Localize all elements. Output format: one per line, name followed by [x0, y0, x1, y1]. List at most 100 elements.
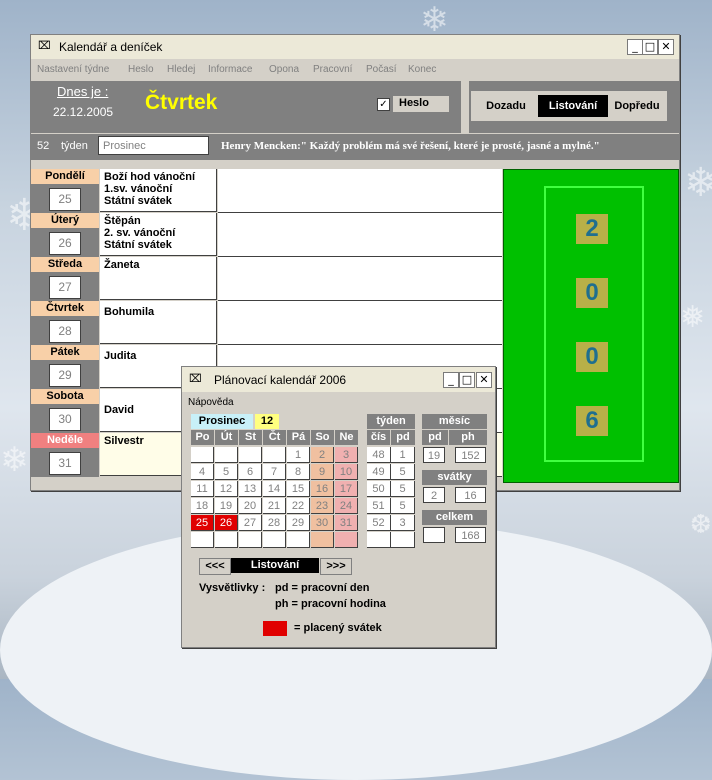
day-row-monday: Pondělí 25 Boží hod vánoční 1.sv. vánočn… — [31, 169, 503, 213]
calendar-day[interactable] — [287, 532, 310, 548]
day-name: Čtvrtek — [31, 301, 99, 316]
calendar-day-saturday[interactable]: 30 — [311, 515, 334, 531]
calendar-day[interactable] — [263, 532, 286, 548]
week-col-workdays: pd — [391, 430, 415, 445]
year-panel: 2 0 0 6 — [503, 169, 679, 483]
calendar-day-sunday[interactable]: 24 — [335, 498, 358, 514]
month-field[interactable]: Prosinec — [98, 136, 209, 155]
legend-ph: ph = pracovní hodina — [275, 598, 386, 610]
maximize-button[interactable]: □ — [459, 372, 475, 388]
calendar-day[interactable]: 5 — [215, 464, 238, 480]
calendar-day[interactable]: 19 — [215, 498, 238, 514]
title-bar[interactable]: ⌧ Kalendář a deníček _ □ ✕ — [31, 35, 679, 59]
calendar-day[interactable] — [239, 532, 262, 548]
browse-button[interactable]: Listování — [538, 95, 608, 117]
planner-title: Plánovací kalendář 2006 — [214, 373, 347, 387]
calendar-day-saturday[interactable]: 9 — [311, 464, 334, 480]
calendar-day[interactable]: 8 — [287, 464, 310, 480]
day-notes[interactable] — [218, 213, 502, 257]
week-header: týden — [367, 414, 415, 429]
password-label: Heslo — [399, 97, 429, 109]
week-workdays-cell: 5 — [391, 498, 415, 514]
menu-konec[interactable]: Konec — [408, 64, 436, 75]
calendar-day-saturday[interactable]: 2 — [311, 447, 334, 463]
calendar-day[interactable] — [191, 532, 214, 548]
menu-opona[interactable]: Opona — [269, 64, 299, 75]
weekday-header: Po — [191, 430, 214, 445]
calendar-day[interactable] — [263, 447, 286, 463]
calendar-day[interactable]: 20 — [239, 498, 262, 514]
day-cell: Čtvrtek 28 — [31, 301, 99, 345]
day-name: Neděle — [31, 433, 99, 448]
menu-nastaveni-tydne[interactable]: Nastavení týdne — [37, 64, 109, 75]
holidays-hours-value: 16 — [455, 487, 486, 503]
calendar-day-sunday[interactable] — [335, 532, 358, 548]
calendar-day[interactable]: 12 — [215, 481, 238, 497]
calendar-day[interactable]: 13 — [239, 481, 262, 497]
total-hours-value: 168 — [455, 527, 486, 543]
legend-title: Vysvětlivky : — [199, 582, 266, 594]
maximize-button[interactable]: □ — [642, 39, 658, 55]
week-number-cell: 50 — [367, 481, 391, 497]
year-digit: 6 — [576, 406, 608, 436]
menu-heslo[interactable]: Heslo — [128, 64, 154, 75]
calendar-day[interactable] — [191, 447, 214, 463]
day-notes[interactable] — [218, 169, 502, 213]
day-names: Žaneta — [100, 257, 217, 300]
year-digit: 0 — [576, 278, 608, 308]
calendar-day[interactable] — [215, 447, 238, 463]
calendar-day[interactable] — [215, 532, 238, 548]
week-number-cell: 52 — [367, 515, 391, 531]
holidays-days-value: 2 — [423, 487, 445, 503]
day-cell: Úterý 26 — [31, 213, 99, 257]
prev-month-button[interactable]: <<< — [199, 558, 231, 575]
day-name: Pátek — [31, 345, 99, 360]
calendar-day[interactable] — [239, 447, 262, 463]
day-number: 28 — [49, 320, 81, 343]
close-button[interactable]: ✕ — [658, 39, 674, 55]
calendar-day-paid-holiday[interactable]: 26 — [215, 515, 238, 531]
calendar-day-sunday[interactable]: 10 — [335, 464, 358, 480]
calendar-day[interactable]: 22 — [287, 498, 310, 514]
calendar-day[interactable]: 6 — [239, 464, 262, 480]
day-notes[interactable] — [218, 301, 502, 345]
day-number: 26 — [49, 232, 81, 255]
planner-title-bar[interactable]: ⌧ Plánovací kalendář 2006 _ □ ✕ — [182, 367, 495, 392]
next-month-button[interactable]: >>> — [320, 558, 352, 575]
back-button[interactable]: Dozadu — [476, 95, 536, 117]
menu-hledej[interactable]: Hledej — [167, 64, 195, 75]
menu-pocasi[interactable]: Počasí — [366, 64, 397, 75]
planner-window: ⌧ Plánovací kalendář 2006 _ □ ✕ Nápověda… — [181, 366, 496, 648]
calendar-day[interactable]: 29 — [287, 515, 310, 531]
forward-button[interactable]: Dopředu — [609, 95, 665, 117]
minimize-button[interactable]: _ — [627, 39, 643, 55]
calendar-day[interactable]: 1 — [287, 447, 310, 463]
menu-napoveda[interactable]: Nápověda — [188, 397, 234, 408]
calendar-day[interactable]: 18 — [191, 498, 214, 514]
menu-informace[interactable]: Informace — [208, 64, 252, 75]
day-notes[interactable] — [218, 257, 502, 301]
day-number: 29 — [49, 364, 81, 387]
calendar-day[interactable]: 14 — [263, 481, 286, 497]
calendar-day[interactable]: 28 — [263, 515, 286, 531]
password-checkbox[interactable]: ✓ — [377, 98, 390, 111]
calendar-day[interactable]: 27 — [239, 515, 262, 531]
day-number: 30 — [49, 408, 81, 431]
calendar-day-saturday[interactable] — [311, 532, 334, 548]
calendar-day-saturday[interactable]: 23 — [311, 498, 334, 514]
week-number: 52 — [37, 140, 50, 152]
calendar-day-sunday[interactable]: 31 — [335, 515, 358, 531]
calendar-day[interactable]: 15 — [287, 481, 310, 497]
calendar-day[interactable]: 7 — [263, 464, 286, 480]
calendar-day[interactable]: 21 — [263, 498, 286, 514]
calendar-day-sunday[interactable]: 3 — [335, 447, 358, 463]
snowflake-icon: ❆ — [690, 510, 712, 540]
calendar-day[interactable]: 4 — [191, 464, 214, 480]
calendar-day-sunday[interactable]: 17 — [335, 481, 358, 497]
calendar-day-saturday[interactable]: 16 — [311, 481, 334, 497]
calendar-day[interactable]: 11 — [191, 481, 214, 497]
close-button[interactable]: ✕ — [476, 372, 492, 388]
calendar-day-paid-holiday[interactable]: 25 — [191, 515, 214, 531]
minimize-button[interactable]: _ — [443, 372, 459, 388]
menu-pracovni[interactable]: Pracovní — [313, 64, 352, 75]
